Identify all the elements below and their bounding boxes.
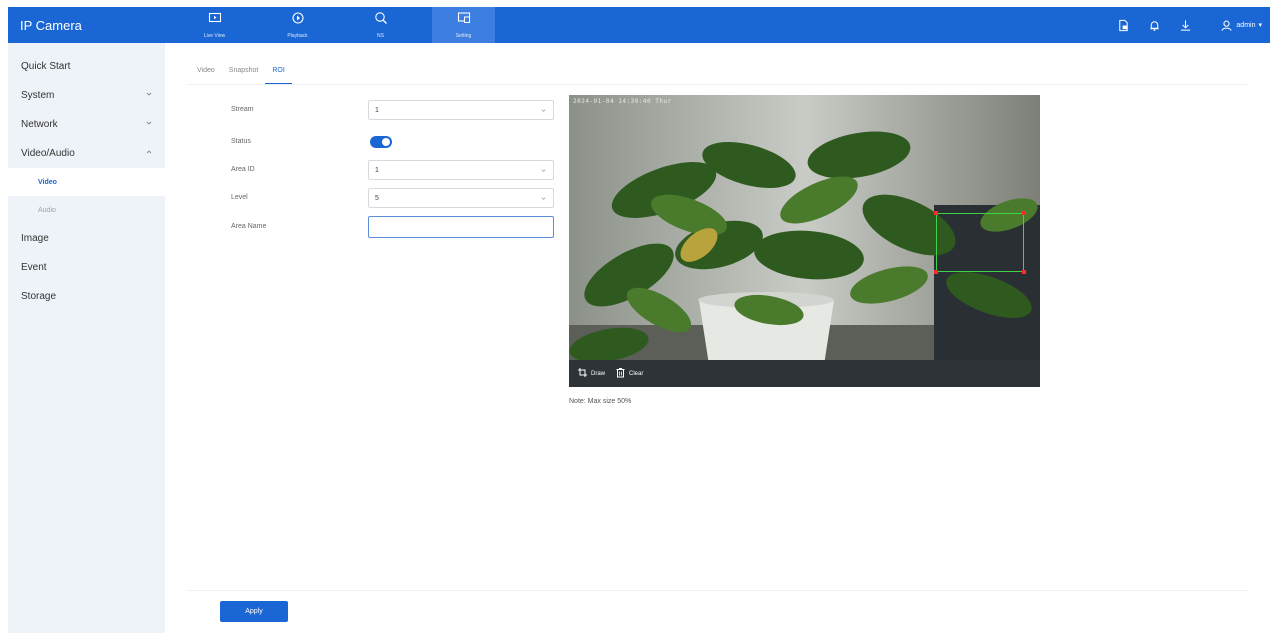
sidebar-item-image[interactable]: Image xyxy=(8,224,165,253)
tab-bar: Video Snapshot ROI xyxy=(190,62,292,84)
roi-selection-box[interactable] xyxy=(934,211,1026,274)
sidebar-item-label: Event xyxy=(21,262,47,273)
apply-button[interactable]: Apply xyxy=(220,601,288,622)
area-name-input[interactable] xyxy=(368,216,554,238)
nav-playback-label: Playback xyxy=(287,33,308,39)
draw-label: Draw xyxy=(591,370,606,377)
status-toggle[interactable] xyxy=(370,136,392,148)
nav-setting-label: Setting xyxy=(455,33,472,39)
trash-icon xyxy=(615,367,626,380)
sidebar-subitem-video[interactable]: Video xyxy=(8,168,165,196)
sidebar-item-label: System xyxy=(21,90,55,101)
chevron-down-icon xyxy=(146,121,152,125)
tab-snapshot[interactable]: Snapshot xyxy=(222,62,266,84)
clear-button[interactable]: Clear xyxy=(615,367,643,380)
nav-ns-label: NS xyxy=(377,33,384,39)
tab-roi[interactable]: ROI xyxy=(265,62,292,84)
area-id-value: 1 xyxy=(375,166,379,174)
roi-handle[interactable] xyxy=(1022,211,1026,215)
user-name: admin xyxy=(1236,21,1256,29)
sidebar-item-system[interactable]: System xyxy=(8,81,165,110)
chevron-up-icon xyxy=(146,150,152,154)
nav-live-view-label: Live View xyxy=(203,33,226,39)
sidebar-item-label: Video/Audio xyxy=(21,148,75,159)
stream-select[interactable]: 1 xyxy=(368,100,554,120)
sidebar-subitem-label: Video xyxy=(38,178,57,186)
max-size-note: Note: Max size 50% xyxy=(569,398,632,405)
level-label: Level xyxy=(231,194,248,201)
sidebar-item-label: Network xyxy=(21,119,58,130)
video-toolbar: Draw Clear xyxy=(569,360,1040,387)
chevron-down-icon xyxy=(541,169,546,172)
status-label: Status xyxy=(231,138,251,145)
top-nav: Live View Playback NS Setting xyxy=(183,7,515,43)
playback-icon xyxy=(291,11,305,30)
top-bar: IP Camera Live View Playback NS Setting … xyxy=(8,7,1270,43)
roi-handle[interactable] xyxy=(934,270,938,274)
sidebar-item-video-audio[interactable]: Video/Audio xyxy=(8,139,165,168)
sidebar-subitem-label: Audio xyxy=(38,206,56,214)
area-id-label: Area ID xyxy=(231,166,255,173)
sidebar-item-quick-start[interactable]: Quick Start xyxy=(8,52,165,81)
roi-handle[interactable] xyxy=(934,211,938,215)
nav-setting[interactable]: Setting xyxy=(432,7,495,43)
tab-video[interactable]: Video xyxy=(190,62,222,84)
sidebar-item-label: Quick Start xyxy=(21,61,71,72)
nav-ns[interactable]: NS xyxy=(349,7,412,43)
app-root: IP Camera Live View Playback NS Setting … xyxy=(0,0,1273,634)
sidebar: Quick Start System Network Video/Audio V… xyxy=(8,43,165,633)
nav-live-view[interactable]: Live View xyxy=(183,7,246,43)
clear-label: Clear xyxy=(629,370,644,377)
download-icon[interactable] xyxy=(1179,19,1192,32)
bell-icon[interactable] xyxy=(1148,19,1161,32)
sidebar-item-network[interactable]: Network xyxy=(8,110,165,139)
tab-divider xyxy=(187,84,1247,85)
video-preview[interactable]: 2024-01-04 14:39:40 Thur Draw Clear xyxy=(569,95,1040,387)
chevron-down-icon xyxy=(541,197,546,200)
chevron-down-icon xyxy=(541,109,546,112)
user-menu[interactable]: admin ▾ xyxy=(1220,19,1262,32)
level-select[interactable]: 5 xyxy=(368,188,554,208)
draw-button[interactable]: Draw xyxy=(577,367,605,380)
stream-value: 1 xyxy=(375,106,379,114)
crop-icon xyxy=(577,367,588,380)
chevron-down-icon: ▾ xyxy=(1258,22,1262,29)
footer-divider xyxy=(187,590,1247,591)
stream-label: Stream xyxy=(231,106,254,113)
area-name-label: Area Name xyxy=(231,223,267,230)
ns-icon xyxy=(374,11,388,30)
level-value: 5 xyxy=(375,194,379,202)
sidebar-item-label: Image xyxy=(21,233,49,244)
video-timestamp: 2024-01-04 14:39:40 Thur xyxy=(573,98,672,105)
sidebar-subitem-audio[interactable]: Audio xyxy=(8,196,165,224)
roi-handle[interactable] xyxy=(1022,270,1026,274)
chevron-down-icon xyxy=(146,92,152,96)
top-right-tools: admin ▾ xyxy=(1117,7,1262,43)
sidebar-item-label: Storage xyxy=(21,291,57,302)
setting-icon xyxy=(457,11,471,30)
toggle-knob xyxy=(382,138,390,146)
sidebar-item-storage[interactable]: Storage xyxy=(8,282,165,311)
live-view-icon xyxy=(208,11,222,30)
user-icon xyxy=(1220,19,1233,32)
nav-playback[interactable]: Playback xyxy=(266,7,329,43)
file-icon[interactable] xyxy=(1117,19,1130,32)
sidebar-item-event[interactable]: Event xyxy=(8,253,165,282)
area-id-select[interactable]: 1 xyxy=(368,160,554,180)
app-title: IP Camera xyxy=(20,17,82,33)
